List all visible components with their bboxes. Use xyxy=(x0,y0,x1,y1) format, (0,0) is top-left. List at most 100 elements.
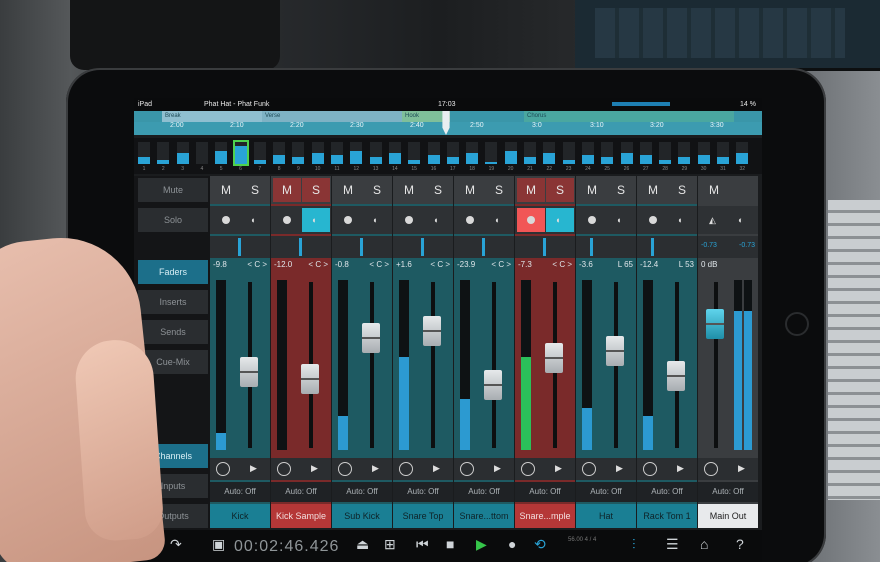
clock-icon[interactable] xyxy=(460,462,474,476)
monitor-button[interactable]: ◖ xyxy=(607,208,635,232)
channel-name[interactable]: Rack Tom 1 xyxy=(637,504,697,528)
record-arm-button[interactable] xyxy=(639,208,667,232)
overview-channel[interactable]: 16 xyxy=(427,142,440,172)
fader-cap[interactable] xyxy=(423,316,441,346)
solo-button[interactable]: S xyxy=(241,178,269,202)
overview-channel[interactable]: 11 xyxy=(331,142,343,172)
channel-name[interactable]: Hat xyxy=(576,504,636,528)
channel-overview[interactable]: 1 2 3 4 5 6 7 8 9 10 11 12 13 14 15 16 17 18 19 20 21 22 23 24 2… xyxy=(134,138,762,174)
fader[interactable] xyxy=(210,276,270,456)
overview-channel[interactable]: 18 xyxy=(466,142,479,172)
metronome-icon[interactable]: ▣ xyxy=(212,536,225,553)
clock-icon[interactable] xyxy=(338,462,352,476)
record-arm-button[interactable] xyxy=(578,208,606,232)
mixer-icon[interactable]: ⫶ xyxy=(632,536,636,553)
channel-name[interactable]: Snare...ttom xyxy=(454,504,514,528)
automation-mode[interactable]: Auto: Off xyxy=(271,482,331,502)
play-icon[interactable]: ▶ xyxy=(250,463,257,474)
clock-icon[interactable] xyxy=(521,462,535,476)
play-icon[interactable]: ▶ xyxy=(555,463,562,474)
loop-icon[interactable]: ⟲ xyxy=(534,536,546,553)
pan-control[interactable] xyxy=(637,236,697,258)
record-icon[interactable]: ● xyxy=(508,536,516,552)
solo-button[interactable]: S xyxy=(363,178,391,202)
overview-channel[interactable]: 25 xyxy=(601,142,614,172)
fader-cap[interactable] xyxy=(240,357,258,387)
solo-button[interactable]: S xyxy=(302,178,330,202)
pan-control[interactable] xyxy=(576,236,636,258)
mute-button[interactable]: M xyxy=(456,178,484,202)
fader[interactable] xyxy=(271,276,331,456)
mute-button[interactable]: M xyxy=(395,178,423,202)
section-break[interactable]: Break xyxy=(162,111,262,122)
mute-button[interactable]: M xyxy=(212,178,240,202)
fader[interactable] xyxy=(332,276,392,456)
monitor-button[interactable]: ◖ xyxy=(241,208,269,232)
record-arm-button[interactable] xyxy=(334,208,362,232)
channel-name[interactable]: Kick Sample xyxy=(271,504,331,528)
overview-channel[interactable]: 30 xyxy=(697,142,710,172)
fader[interactable] xyxy=(576,276,636,456)
pan-control[interactable] xyxy=(332,236,392,258)
overview-channel[interactable]: 9 xyxy=(292,142,305,172)
main-fader[interactable] xyxy=(698,276,758,456)
fader-cap[interactable] xyxy=(545,343,563,373)
sends-button[interactable]: Sends xyxy=(138,320,208,344)
clock-icon[interactable] xyxy=(277,462,291,476)
channel-name[interactable]: Kick xyxy=(210,504,270,528)
record-arm-button[interactable] xyxy=(456,208,484,232)
fader-cap[interactable] xyxy=(706,309,724,339)
overview-channel[interactable]: 21 xyxy=(524,142,536,172)
clock-icon[interactable] xyxy=(216,462,230,476)
list-icon[interactable]: ☰ xyxy=(666,536,679,553)
automation-mode[interactable]: Auto: Off xyxy=(332,482,392,502)
overview-channel[interactable]: 17 xyxy=(446,142,459,172)
solo-button[interactable]: S xyxy=(485,178,513,202)
overview-channel[interactable]: 13 xyxy=(369,142,382,172)
overview-channel[interactable]: 31 xyxy=(717,142,729,172)
section-verse[interactable]: Verse xyxy=(262,111,402,122)
pan-control[interactable] xyxy=(393,236,453,258)
volume-slider[interactable] xyxy=(612,102,670,106)
monitor-button[interactable]: ◖ xyxy=(485,208,513,232)
overview-channel[interactable]: 23 xyxy=(562,142,575,172)
play-icon[interactable]: ▶ xyxy=(494,463,501,474)
song-title[interactable]: Phat Hat - Phat Funk xyxy=(204,98,269,111)
pan-control[interactable] xyxy=(271,236,331,258)
stop-icon[interactable]: ■ xyxy=(446,536,454,552)
fader[interactable] xyxy=(515,276,575,456)
automation-mode[interactable]: Auto: Off xyxy=(454,482,514,502)
overview-channel[interactable]: 27 xyxy=(639,142,652,172)
fader[interactable] xyxy=(454,276,514,456)
overview-channel[interactable]: 24 xyxy=(581,142,594,172)
channel-name[interactable]: Snare Top xyxy=(393,504,453,528)
record-arm-button[interactable] xyxy=(212,208,240,232)
monitor-button[interactable]: ◖ xyxy=(546,208,574,232)
solo-all-button[interactable]: Solo xyxy=(138,208,208,232)
overview-channel[interactable]: 20 xyxy=(504,142,517,172)
monitor-button[interactable]: ◖ xyxy=(363,208,391,232)
mute-button[interactable]: M xyxy=(334,178,362,202)
overview-channel[interactable]: 26 xyxy=(620,142,633,172)
mute-all-button[interactable]: Mute xyxy=(138,178,208,202)
solo-button[interactable]: S xyxy=(668,178,696,202)
overview-channel[interactable]: 14 xyxy=(388,142,401,172)
redo-icon[interactable]: ↷ xyxy=(170,536,182,553)
monitor-button[interactable]: ◖ xyxy=(424,208,452,232)
overview-channel[interactable]: 19 xyxy=(485,142,498,172)
play-icon[interactable]: ▶ xyxy=(677,463,684,474)
play-icon[interactable]: ▶ xyxy=(372,463,379,474)
home-button[interactable] xyxy=(785,312,809,336)
record-arm-button[interactable] xyxy=(395,208,423,232)
solo-button[interactable]: S xyxy=(607,178,635,202)
home-icon[interactable]: ⌂ xyxy=(700,536,708,552)
overview-channel[interactable]: 29 xyxy=(678,142,691,172)
play-icon[interactable]: ▶ xyxy=(738,463,745,474)
overview-channel[interactable]: 1 xyxy=(138,142,150,172)
overview-channel[interactable]: 5 xyxy=(215,142,228,172)
record-arm-button[interactable] xyxy=(517,208,545,232)
overview-channel[interactable]: 32 xyxy=(736,142,749,172)
inserts-button[interactable]: Inserts xyxy=(138,290,208,314)
channel-name[interactable]: Main Out xyxy=(698,504,758,528)
section-chorus[interactable]: Chorus xyxy=(524,111,734,122)
